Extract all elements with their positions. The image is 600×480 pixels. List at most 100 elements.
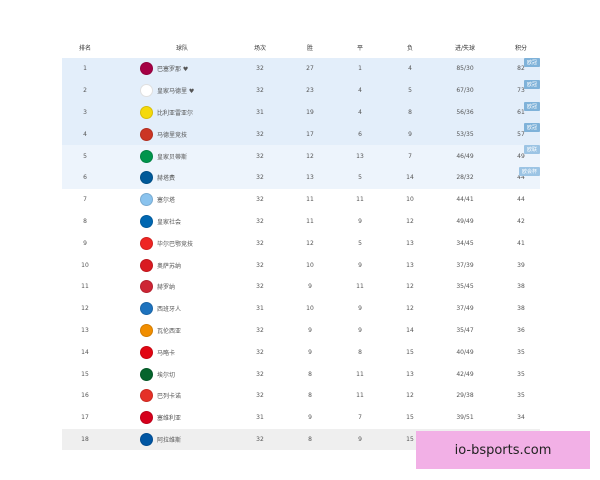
points-cell: 39 [517, 261, 525, 269]
team-cell[interactable]: 马略卡 [140, 341, 250, 363]
team-cell[interactable]: 毕尔巴鄂竞技 [140, 232, 250, 254]
team-cell[interactable]: 皇家社会 [140, 211, 250, 233]
lost-cell: 13 [406, 261, 414, 269]
team-cell[interactable]: 奥萨苏纳 [140, 254, 250, 276]
team-name: 阿拉维斯 [157, 436, 182, 444]
watermark: io-bsports.com [416, 431, 590, 469]
team-cell[interactable]: 埃尔切 [140, 363, 250, 385]
rank-cell: 9 [83, 239, 87, 247]
table-row[interactable]: 7 塞尔塔 32 11 11 10 44/41 44 [62, 189, 540, 211]
table-row[interactable]: 5 皇家贝蒂斯 32 12 13 7 46/49 49 欧联 [62, 145, 540, 167]
lost-cell: 15 [406, 414, 414, 422]
table-row[interactable]: 12 西班牙人 31 10 9 12 37/49 38 [62, 298, 540, 320]
drawn-cell: 9 [358, 217, 362, 225]
table-row[interactable]: 14 马略卡 32 9 8 15 40/49 35 [62, 341, 540, 363]
team-name: 西班牙人 [157, 306, 182, 314]
team-cell[interactable]: 巴塞罗那 ♥ [140, 58, 250, 80]
drawn-cell: 7 [358, 414, 362, 422]
table-row[interactable]: 16 巴列卡诺 32 8 11 12 29/38 35 [62, 385, 540, 407]
played-cell: 32 [256, 370, 264, 378]
rank-cell: 1 [83, 65, 87, 73]
won-cell: 9 [308, 414, 312, 422]
drawn-cell: 9 [358, 326, 362, 334]
points-cell: 36 [517, 326, 525, 334]
table-row[interactable]: 4 马德里竞技 32 17 6 9 53/35 57 欧冠 [62, 123, 540, 146]
qualification-badge: 欧联 [523, 145, 540, 155]
table-row[interactable]: 8 皇家社会 32 11 9 12 49/49 42 [62, 211, 540, 233]
points-cell: 35 [517, 348, 525, 356]
header-goals: 进/失球 [454, 44, 476, 52]
won-cell: 8 [308, 392, 312, 400]
team-cell[interactable]: 塞尔塔 [140, 189, 250, 211]
table-row[interactable]: 3 比利亚雷亚尔 31 19 4 8 56/36 61 欧冠 [62, 101, 540, 124]
goals-cell: 40/49 [456, 348, 474, 356]
table-row[interactable]: 9 毕尔巴鄂竞技 32 12 5 13 34/45 41 [62, 232, 540, 254]
table-row[interactable]: 17 塞维利亚 31 9 7 15 39/51 34 [62, 407, 540, 429]
table-row[interactable]: 10 奥萨苏纳 32 10 9 13 37/39 39 [62, 254, 540, 276]
won-cell: 11 [306, 196, 314, 204]
rank-cell: 3 [83, 108, 87, 116]
rank-cell: 15 [81, 370, 89, 378]
standings-table: 排名 球队 场次 胜 平 负 进/失球 积分 1 巴塞罗那 ♥ 32 27 1 4 85/3… [62, 36, 540, 451]
team-crest-icon [140, 84, 153, 98]
team-cell[interactable]: 巴列卡诺 [140, 385, 250, 407]
team-cell[interactable]: 赫塔费 [140, 167, 250, 189]
won-cell: 23 [306, 87, 314, 95]
goals-cell: 49/49 [456, 217, 474, 225]
team-cell[interactable]: 皇家贝蒂斯 [140, 145, 250, 167]
played-cell: 32 [256, 174, 264, 182]
drawn-cell: 1 [358, 65, 362, 73]
team-cell[interactable]: 皇家马德里 ♥ [140, 80, 250, 102]
team-crest-icon [140, 214, 153, 228]
lost-cell: 14 [406, 326, 414, 334]
lost-cell: 12 [406, 217, 414, 225]
played-cell: 32 [256, 239, 264, 247]
points-cell: 41 [517, 239, 525, 247]
drawn-cell: 8 [358, 348, 362, 356]
team-crest-icon [140, 345, 153, 359]
rank-cell: 16 [81, 392, 89, 400]
played-cell: 32 [256, 217, 264, 225]
table-body: 1 巴塞罗那 ♥ 32 27 1 4 85/30 82 欧冠 2 皇家马德里 ♥ 32 23 4 5 67/3… [62, 58, 540, 451]
won-cell: 10 [306, 305, 314, 313]
goals-cell: 42/49 [456, 370, 474, 378]
table-header: 排名 球队 场次 胜 平 负 进/失球 积分 [62, 36, 540, 58]
goals-cell: 85/30 [456, 65, 474, 73]
team-name: 埃尔切 [157, 371, 176, 379]
team-crest-icon [140, 236, 153, 250]
rank-cell: 6 [83, 174, 87, 182]
won-cell: 12 [306, 152, 314, 160]
goals-cell: 46/49 [456, 152, 474, 160]
lost-cell: 13 [406, 370, 414, 378]
table-row[interactable]: 2 皇家马德里 ♥ 32 23 4 5 67/30 73 欧冠 [62, 79, 540, 102]
goals-cell: 35/47 [456, 326, 474, 334]
played-cell: 32 [256, 392, 264, 400]
drawn-cell: 11 [356, 392, 364, 400]
team-name: 皇家贝蒂斯 [157, 153, 188, 161]
table-row[interactable]: 15 埃尔切 32 8 11 13 42/49 35 [62, 363, 540, 385]
table-row[interactable]: 6 赫塔费 32 13 5 14 28/32 44 欧会杯 [62, 166, 540, 189]
team-cell[interactable]: 马德里竞技 [140, 123, 250, 145]
table-row[interactable]: 11 赫罗纳 32 9 11 12 35/45 38 [62, 276, 540, 298]
rank-cell: 2 [83, 87, 87, 95]
table-row[interactable]: 1 巴塞罗那 ♥ 32 27 1 4 85/30 82 欧冠 [62, 58, 540, 80]
team-cell[interactable]: 塞维利亚 [140, 407, 250, 429]
qualification-badge: 欧会杯 [518, 166, 540, 176]
table-row[interactable]: 13 瓦伦西亚 32 9 9 14 35/47 36 [62, 320, 540, 342]
drawn-cell: 4 [358, 108, 362, 116]
lost-cell: 12 [406, 283, 414, 291]
team-crest-icon [140, 302, 153, 316]
team-cell[interactable]: 比利亚雷亚尔 [140, 102, 250, 124]
team-cell[interactable]: 瓦伦西亚 [140, 320, 250, 342]
team-cell[interactable]: 西班牙人 [140, 298, 250, 320]
team-crest-icon [140, 389, 153, 403]
lost-cell: 4 [408, 65, 412, 73]
goals-cell: 34/45 [456, 239, 474, 247]
team-cell[interactable]: 赫罗纳 [140, 276, 250, 298]
played-cell: 32 [256, 348, 264, 356]
lost-cell: 10 [406, 196, 414, 204]
points-cell: 42 [517, 217, 525, 225]
team-name: 奥萨苏纳 [157, 262, 182, 270]
team-cell[interactable]: 阿拉维斯 [140, 429, 250, 451]
team-name: 马德里竞技 [157, 131, 188, 139]
